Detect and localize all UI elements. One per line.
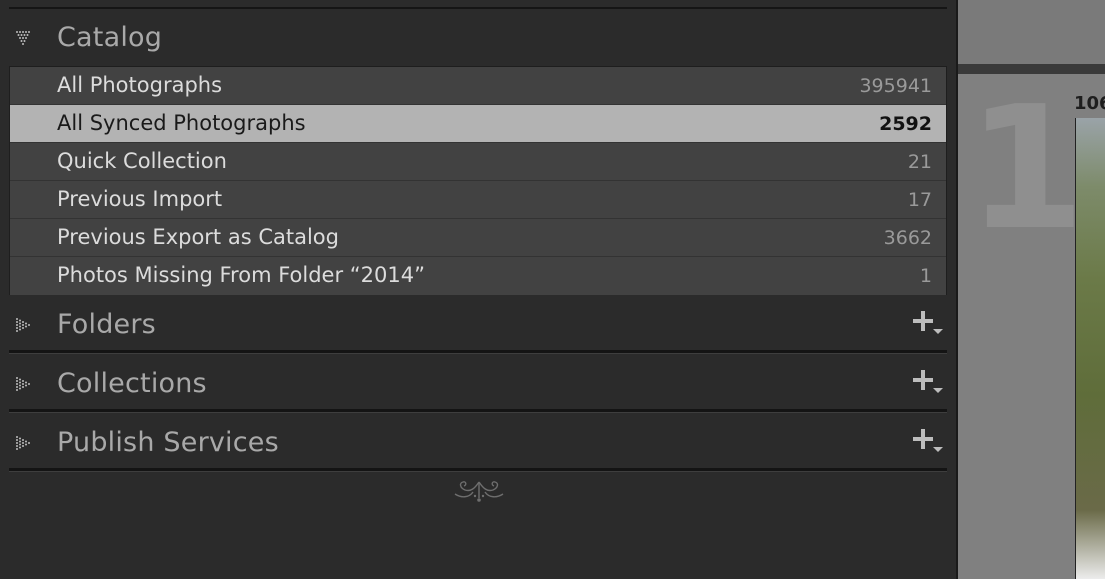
publish-services-section-header[interactable]: Publish Services: [9, 414, 947, 470]
add-folder-button[interactable]: [913, 310, 943, 338]
list-item-count: 1: [919, 265, 932, 287]
list-item-label: Previous Export as Catalog: [57, 225, 339, 249]
triangle-right-icon[interactable]: [15, 376, 31, 392]
catalog-item-all-synced-photographs[interactable]: All Synced Photographs 2592: [10, 105, 946, 143]
add-publish-service-button[interactable]: [913, 428, 943, 456]
add-collection-button[interactable]: [913, 369, 943, 397]
folders-title: Folders: [57, 309, 156, 340]
catalog-item-photos-missing[interactable]: Photos Missing From Folder “2014” 1: [10, 257, 946, 295]
catalog-item-quick-collection[interactable]: Quick Collection 21: [10, 143, 946, 181]
list-item-label: Previous Import: [57, 187, 223, 211]
triangle-down-icon[interactable]: [15, 30, 31, 46]
collections-title: Collections: [57, 368, 207, 399]
grid-cell-index: 1: [967, 70, 1086, 268]
catalog-section-header[interactable]: Catalog: [9, 10, 947, 66]
section-divider: [9, 468, 947, 472]
section-divider: [9, 409, 947, 413]
triangle-right-icon[interactable]: [15, 317, 31, 333]
list-item-count: 3662: [883, 227, 932, 249]
list-item-label: Photos Missing From Folder “2014”: [57, 263, 425, 287]
section-divider: [9, 350, 947, 354]
catalog-item-previous-export[interactable]: Previous Export as Catalog 3662: [10, 219, 946, 257]
triangle-right-icon[interactable]: [15, 435, 31, 451]
collections-panel: Catalog All Photographs 395941 All Synce…: [0, 0, 956, 579]
chevron-down-icon: [933, 329, 943, 334]
chevron-down-icon: [933, 447, 943, 452]
catalog-item-all-photographs[interactable]: All Photographs 395941: [10, 67, 946, 105]
catalog-item-previous-import[interactable]: Previous Import 17: [10, 181, 946, 219]
thumbnail-label: 106: [1074, 93, 1105, 114]
list-item-count: 21: [907, 151, 932, 173]
list-item-label: Quick Collection: [57, 149, 227, 173]
list-item-count: 395941: [859, 75, 932, 97]
folders-section-header[interactable]: Folders: [9, 296, 947, 352]
top-divider: [9, 0, 947, 9]
list-item-count: 17: [907, 189, 932, 211]
collections-section-header[interactable]: Collections: [9, 355, 947, 411]
toolbar-area: [958, 0, 1105, 64]
publish-services-title: Publish Services: [57, 427, 279, 458]
list-item-count: 2592: [879, 113, 932, 135]
catalog-title: Catalog: [57, 22, 163, 53]
photo-thumbnail[interactable]: [1075, 118, 1105, 579]
list-item-label: All Synced Photographs: [57, 111, 306, 135]
flourish-ornament-icon: [454, 481, 504, 502]
chevron-down-icon: [933, 388, 943, 393]
list-item-label: All Photographs: [57, 73, 223, 97]
grid-view-pane: 1 106: [956, 0, 1105, 579]
catalog-list: All Photographs 395941 All Synced Photog…: [9, 66, 947, 295]
